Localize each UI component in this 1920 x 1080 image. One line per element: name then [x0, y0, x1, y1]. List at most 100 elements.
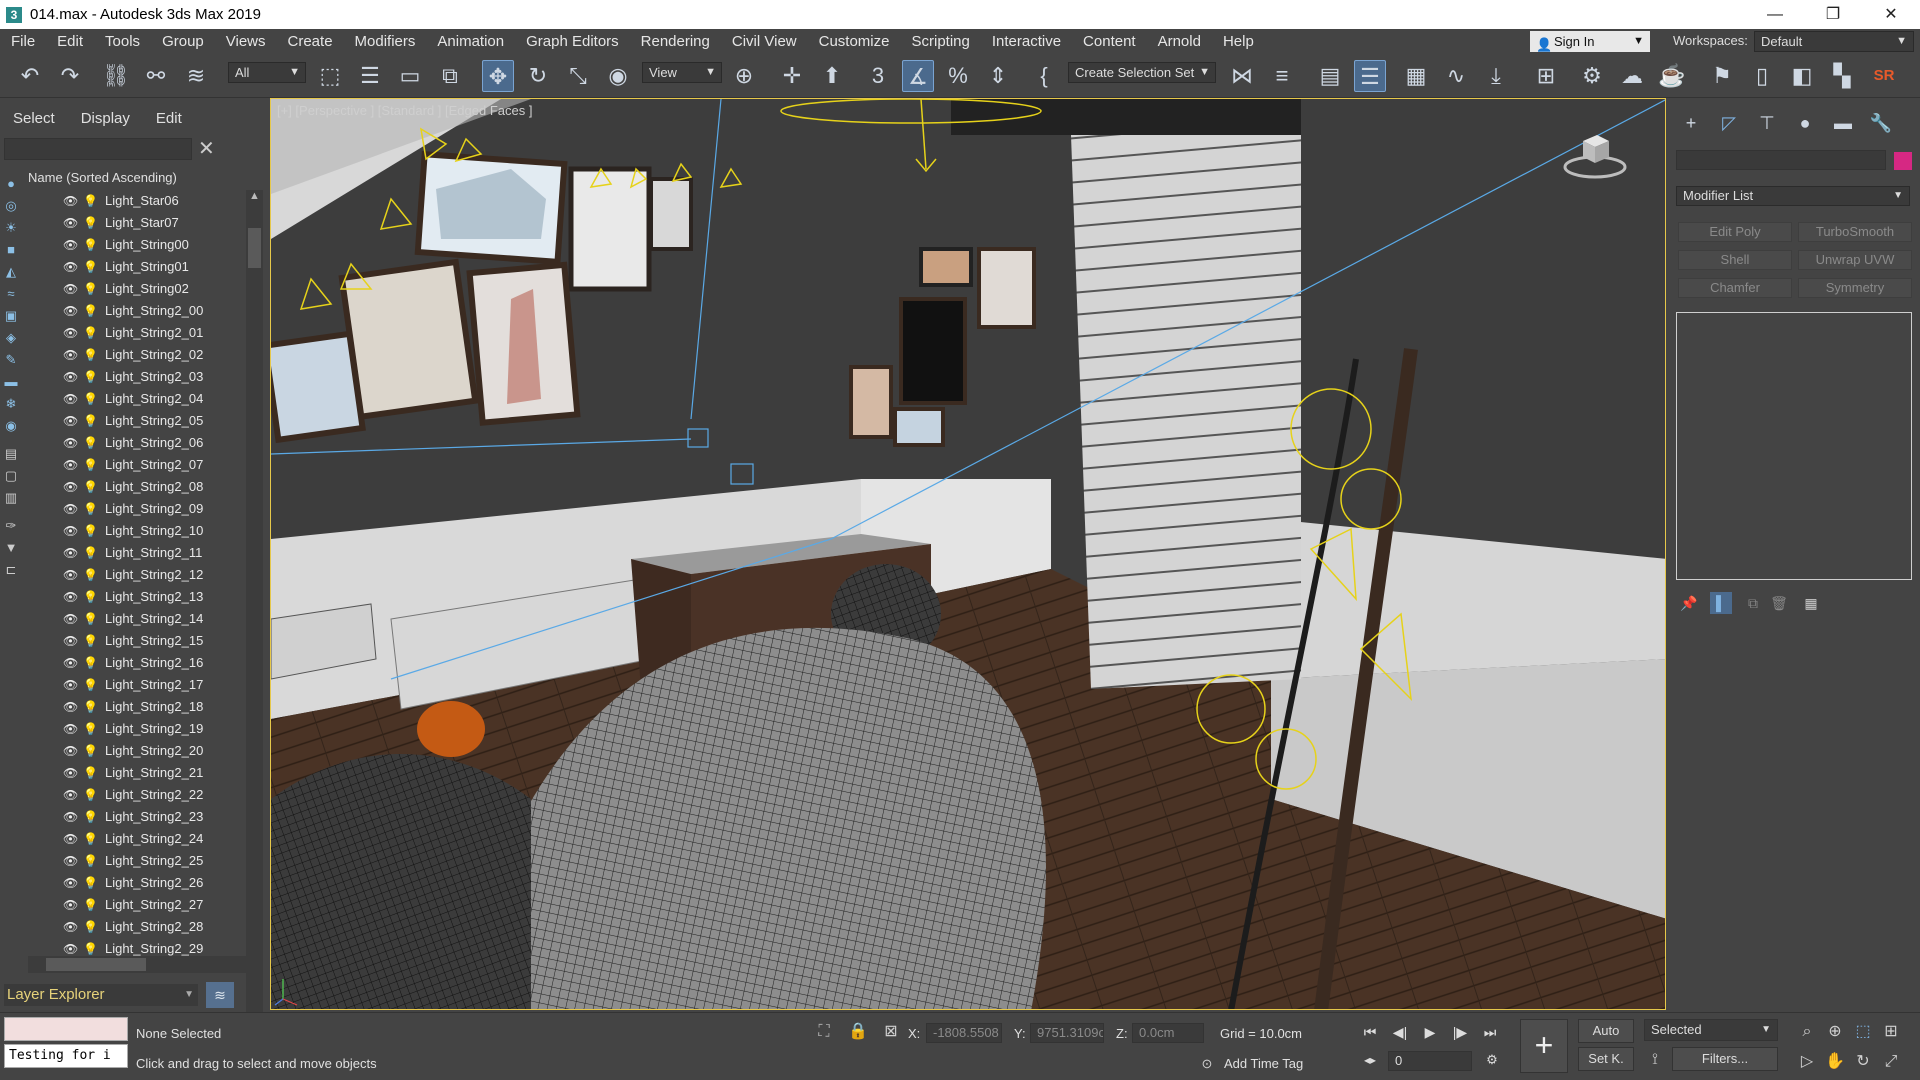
next-frame-icon[interactable]: |▶	[1448, 1021, 1472, 1043]
light-bulb-icon[interactable]: 💡	[83, 784, 98, 806]
list-item[interactable]: 👁 💡 Light_String2_25	[28, 850, 246, 872]
menu-edit[interactable]: Edit	[46, 33, 94, 50]
light-bulb-icon[interactable]: 💡	[83, 608, 98, 630]
object-name-input[interactable]	[1676, 150, 1886, 170]
list-item[interactable]: 👁 💡 Light_String2_17	[28, 674, 246, 696]
visibility-eye-icon[interactable]: 👁	[63, 520, 79, 542]
auto-key-button[interactable]: Auto	[1578, 1019, 1634, 1043]
list-item[interactable]: 👁 💡 Light_String2_21	[28, 762, 246, 784]
light-bulb-icon[interactable]: 💡	[83, 586, 98, 608]
add-time-tag[interactable]: Add Time Tag	[1224, 1056, 1303, 1071]
list-item[interactable]: 👁 💡 Light_String2_09	[28, 498, 246, 520]
link-icon[interactable]: ⛓	[100, 60, 132, 92]
rectangular-selection-icon[interactable]: ▭	[394, 60, 426, 92]
pan-icon[interactable]: ✋	[1824, 1051, 1846, 1073]
align-icon[interactable]: ≡	[1266, 60, 1298, 92]
layer-explorer-dropdown[interactable]: Layer Explorer ▼	[4, 984, 198, 1006]
visibility-eye-icon[interactable]: 👁	[63, 740, 79, 762]
menu-civil-view[interactable]: Civil View	[721, 33, 808, 50]
visibility-eye-icon[interactable]: 👁	[63, 432, 79, 454]
viewcube-icon[interactable]	[1563, 127, 1627, 181]
containers-filter-icon[interactable]: ▬	[3, 374, 19, 390]
visibility-eye-icon[interactable]: 👁	[63, 300, 79, 322]
list-item[interactable]: 👁 💡 Light_Star07	[28, 212, 246, 234]
visibility-eye-icon[interactable]: 👁	[63, 542, 79, 564]
lock-icon[interactable]: 🔒	[847, 1021, 869, 1043]
selection-filter-dropdown[interactable]: All ▼	[228, 62, 306, 83]
chamfer-button[interactable]: Chamfer	[1678, 278, 1792, 298]
time-config-icon[interactable]: ⚙	[1480, 1049, 1504, 1071]
list-item[interactable]: 👁 💡 Light_String2_10	[28, 520, 246, 542]
light-bulb-icon[interactable]: 💡	[83, 410, 98, 432]
menu-graph-editors[interactable]: Graph Editors	[515, 33, 630, 50]
menu-animation[interactable]: Animation	[426, 33, 515, 50]
light-bulb-icon[interactable]: 💡	[83, 894, 98, 916]
absolute-mode-icon[interactable]: ⊠	[880, 1021, 902, 1043]
light-bulb-icon[interactable]: 💡	[83, 520, 98, 542]
maximize-viewport-icon[interactable]: ⤢	[1880, 1051, 1902, 1073]
list-item[interactable]: 👁 💡 Light_String2_16	[28, 652, 246, 674]
visibility-eye-icon[interactable]: 👁	[63, 454, 79, 476]
spacewarps-filter-icon[interactable]: ≈	[3, 286, 19, 302]
motion-tab-icon[interactable]: ●	[1790, 110, 1820, 136]
list-item[interactable]: 👁 💡 Light_String2_04	[28, 388, 246, 410]
explorer-horizontal-scrollbar[interactable]	[28, 956, 246, 973]
select-and-move-icon[interactable]: ✥	[482, 60, 514, 92]
explorer-tab-edit[interactable]: Edit	[143, 110, 195, 127]
edit-named-selection-icon[interactable]: {	[1028, 60, 1060, 92]
scroll-thumb[interactable]	[248, 228, 261, 268]
render-setup-icon[interactable]: ⚙	[1576, 60, 1608, 92]
shell-button[interactable]: Shell	[1678, 250, 1792, 270]
menu-modifiers[interactable]: Modifiers	[344, 33, 427, 50]
scroll-thumb[interactable]	[46, 958, 146, 971]
light-bulb-icon[interactable]: 💡	[83, 630, 98, 652]
light-bulb-icon[interactable]: 💡	[83, 256, 98, 278]
visibility-eye-icon[interactable]: 👁	[63, 828, 79, 850]
snaps-toggle-icon[interactable]: 3	[862, 60, 894, 92]
list-item[interactable]: 👁 💡 Light_String2_14	[28, 608, 246, 630]
light-bulb-icon[interactable]: 💡	[83, 696, 98, 718]
explorer-vertical-scrollbar[interactable]: ▲ ▼	[246, 190, 263, 1042]
key-mode-icon[interactable]: ◂▸	[1358, 1049, 1382, 1071]
list-item[interactable]: 👁 💡 Light_String2_07	[28, 454, 246, 476]
ribbon-toggle-icon[interactable]: ▦	[1400, 60, 1432, 92]
modify-tab-icon[interactable]: ◸	[1714, 110, 1744, 136]
menu-scripting[interactable]: Scripting	[900, 33, 980, 50]
list-item[interactable]: 👁 💡 Light_String2_08	[28, 476, 246, 498]
menu-views[interactable]: Views	[215, 33, 277, 50]
list-item[interactable]: 👁 💡 Light_String2_06	[28, 432, 246, 454]
document-icon[interactable]: ▯	[1746, 60, 1778, 92]
visibility-eye-icon[interactable]: 👁	[63, 894, 79, 916]
visibility-eye-icon[interactable]: 👁	[63, 322, 79, 344]
viewport-label[interactable]: [+] [Perspective ] [Standard ] [Edged Fa…	[277, 103, 532, 118]
geometry-filter-icon[interactable]: ●	[3, 176, 19, 192]
light-bulb-icon[interactable]: 💡	[83, 718, 98, 740]
list-item[interactable]: 👁 💡 Light_String2_19	[28, 718, 246, 740]
light-bulb-icon[interactable]: 💡	[83, 366, 98, 388]
menu-create[interactable]: Create	[277, 33, 344, 50]
visibility-eye-icon[interactable]: 👁	[63, 696, 79, 718]
visibility-eye-icon[interactable]: 👁	[63, 652, 79, 674]
y-coordinate-field[interactable]: 9751.3109c	[1030, 1023, 1104, 1043]
menu-rendering[interactable]: Rendering	[630, 33, 721, 50]
restore-button[interactable]: ❐	[1804, 0, 1862, 29]
object-color-swatch[interactable]	[1894, 152, 1912, 170]
scene-explorer-toggle-icon[interactable]: ☰	[1354, 60, 1386, 92]
visibility-eye-icon[interactable]: 👁	[63, 366, 79, 388]
select-and-rotate-icon[interactable]: ↻	[522, 60, 554, 92]
select-object-icon[interactable]: ⬚	[314, 60, 346, 92]
current-frame-field[interactable]: 0	[1388, 1051, 1472, 1071]
scroll-up-icon[interactable]: ▲	[246, 190, 263, 206]
layout-grid-icon[interactable]: ▚	[1826, 60, 1858, 92]
set-key-icon[interactable]: +	[1520, 1019, 1568, 1073]
list-item[interactable]: 👁 💡 Light_String2_11	[28, 542, 246, 564]
previous-frame-icon[interactable]: ◀|	[1388, 1021, 1412, 1043]
list-item[interactable]: 👁 💡 Light_String2_27	[28, 894, 246, 916]
percent-snap-icon[interactable]: %	[942, 60, 974, 92]
list-item[interactable]: 👁 💡 Light_String2_03	[28, 366, 246, 388]
visibility-eye-icon[interactable]: 👁	[63, 850, 79, 872]
list-item[interactable]: 👁 💡 Light_String2_12	[28, 564, 246, 586]
list-item[interactable]: 👁 💡 Light_String2_26	[28, 872, 246, 894]
xrefs-filter-icon[interactable]: ◈	[3, 330, 19, 346]
light-bulb-icon[interactable]: 💡	[83, 564, 98, 586]
